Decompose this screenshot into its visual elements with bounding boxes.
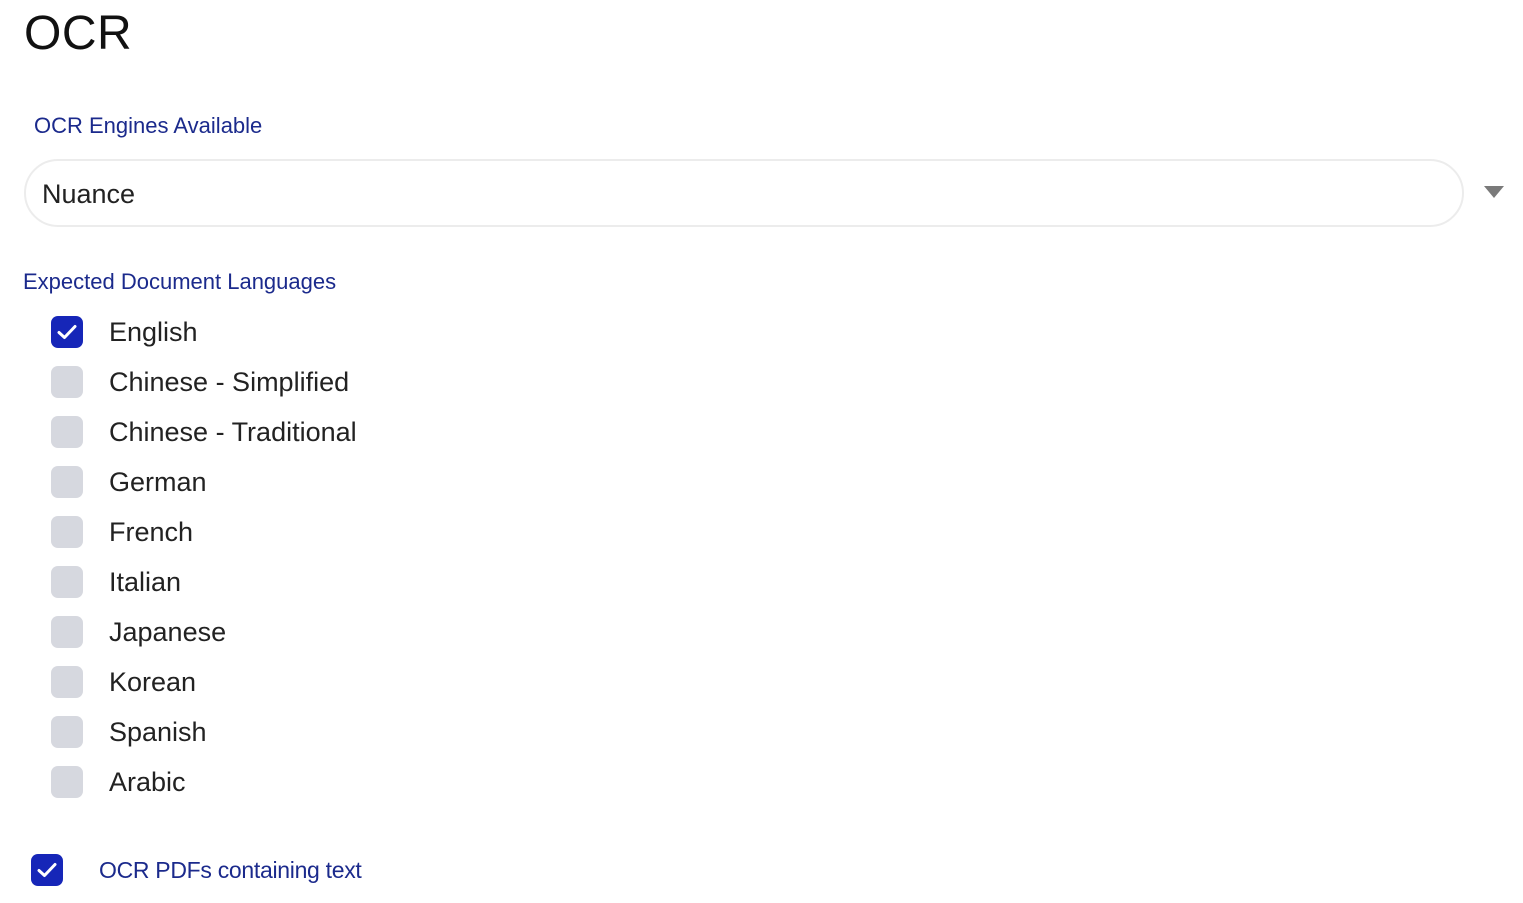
language-checkbox-list: English Chinese - Simplified Chinese - T… xyxy=(51,307,357,807)
language-option-chinese-traditional[interactable]: Chinese - Traditional xyxy=(51,407,357,457)
language-label: French xyxy=(109,517,194,547)
ocr-engine-selected-value: Nuance xyxy=(42,179,136,209)
language-label: Chinese - Simplified xyxy=(109,367,350,397)
language-option-japanese[interactable]: Japanese xyxy=(51,607,357,657)
expected-languages-label: Expected Document Languages xyxy=(23,269,337,294)
language-label: Chinese - Traditional xyxy=(109,417,357,447)
language-option-arabic[interactable]: Arabic xyxy=(51,757,357,807)
checkbox-english[interactable] xyxy=(51,316,83,348)
caret-down-icon[interactable] xyxy=(1484,186,1504,198)
language-label: Korean xyxy=(109,667,197,697)
language-label: Japanese xyxy=(109,617,227,647)
checkbox-german[interactable] xyxy=(51,466,83,498)
language-label: Arabic xyxy=(109,767,186,797)
language-option-chinese-simplified[interactable]: Chinese - Simplified xyxy=(51,357,357,407)
ocr-engines-label: OCR Engines Available xyxy=(34,113,263,138)
checkbox-spanish[interactable] xyxy=(51,716,83,748)
language-label: Italian xyxy=(109,567,182,597)
language-option-italian[interactable]: Italian xyxy=(51,557,357,607)
checkbox-japanese[interactable] xyxy=(51,616,83,648)
checkmark-icon xyxy=(57,325,77,339)
checkbox-chinese-traditional[interactable] xyxy=(51,416,83,448)
language-option-german[interactable]: German xyxy=(51,457,357,507)
checkbox-korean[interactable] xyxy=(51,666,83,698)
checkmark-icon xyxy=(37,863,57,877)
language-option-korean[interactable]: Korean xyxy=(51,657,357,707)
checkbox-chinese-simplified[interactable] xyxy=(51,366,83,398)
ocr-engine-select[interactable]: Nuance xyxy=(24,159,1464,227)
checkbox-french[interactable] xyxy=(51,516,83,548)
checkbox-ocr-pdfs-containing-text[interactable] xyxy=(31,854,63,886)
ocr-settings-page: OCR OCR Engines Available Nuance Expecte… xyxy=(0,0,1523,903)
ocr-pdfs-label: OCR PDFs containing text xyxy=(99,857,362,883)
language-option-english[interactable]: English xyxy=(51,307,357,357)
language-label: English xyxy=(109,317,198,347)
language-label: German xyxy=(109,467,207,497)
language-option-french[interactable]: French xyxy=(51,507,357,557)
language-label: Spanish xyxy=(109,717,207,747)
checkbox-italian[interactable] xyxy=(51,566,83,598)
page-title: OCR xyxy=(24,7,133,60)
checkbox-arabic[interactable] xyxy=(51,766,83,798)
ocr-pdfs-option[interactable]: OCR PDFs containing text xyxy=(31,854,362,886)
language-option-spanish[interactable]: Spanish xyxy=(51,707,357,757)
